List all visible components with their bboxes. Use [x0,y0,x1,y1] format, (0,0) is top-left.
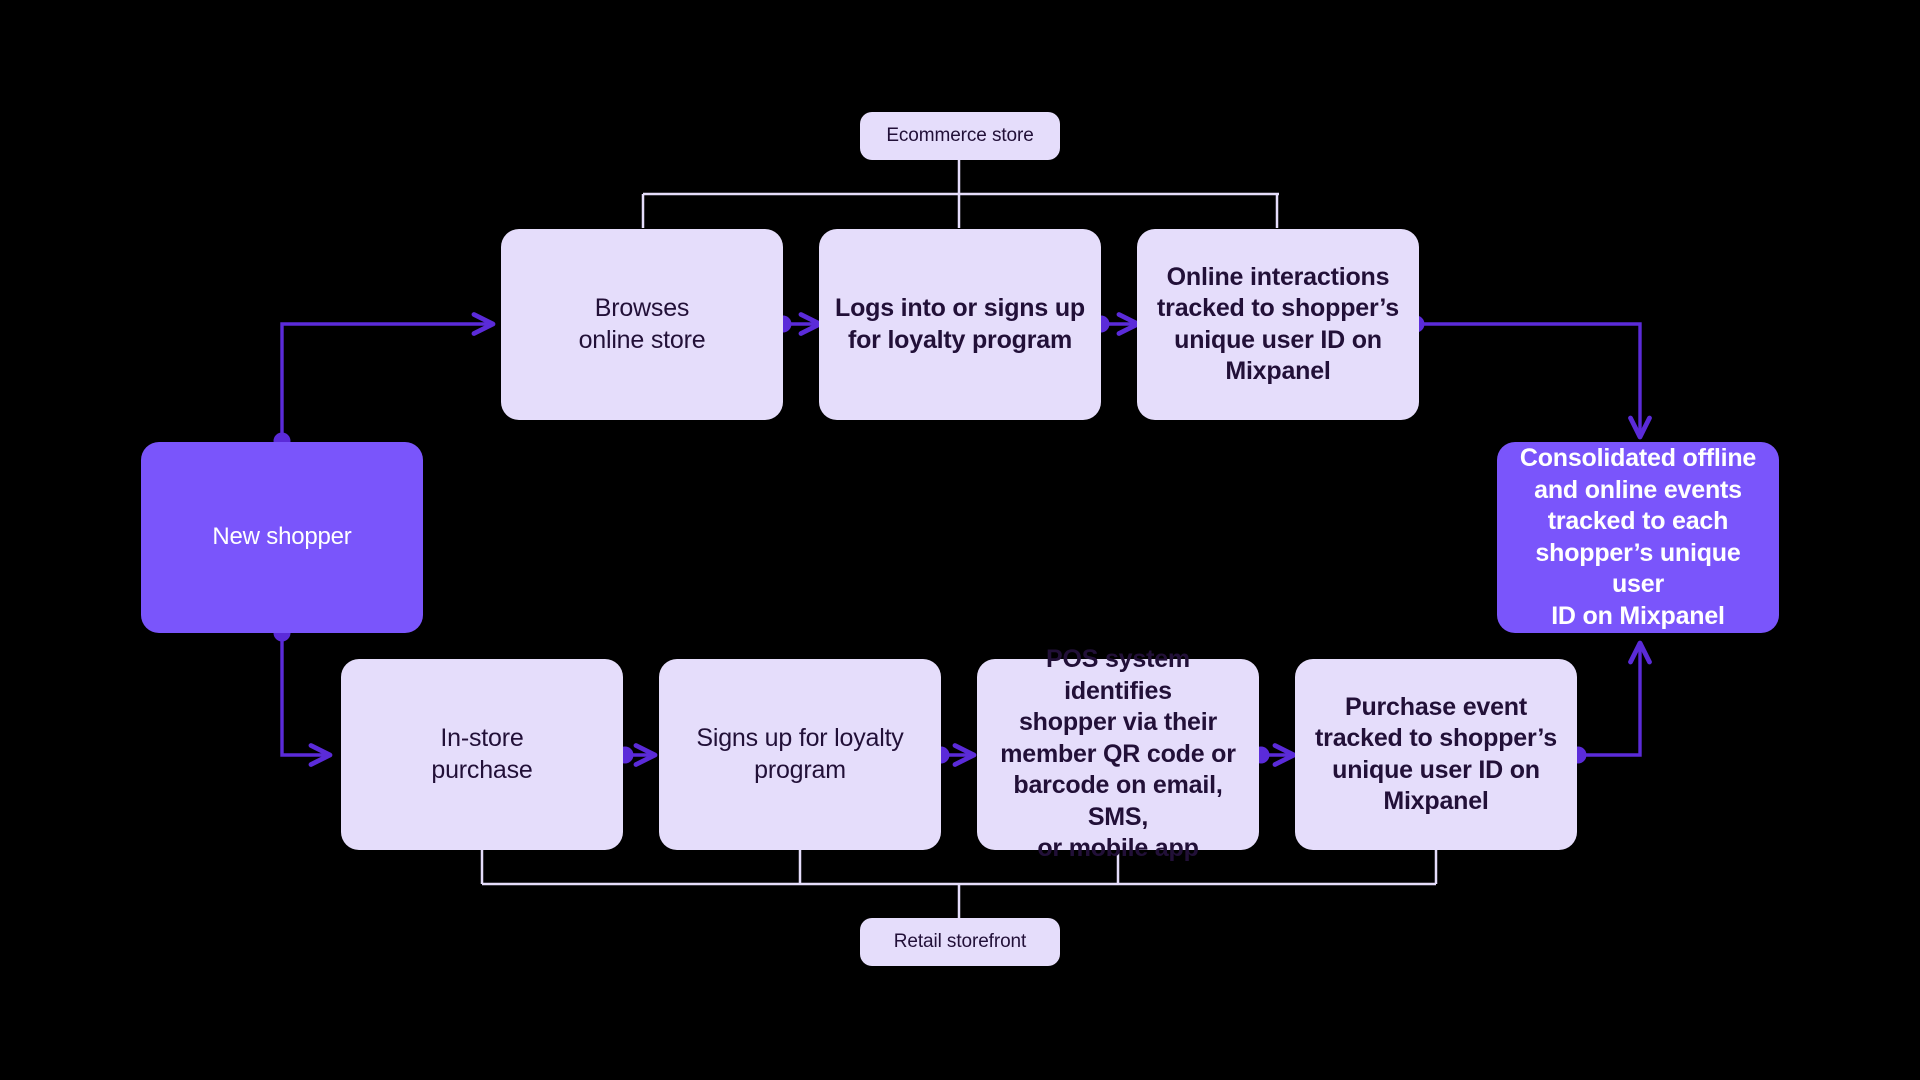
node-in-store-purchase-label: In-store purchase [431,724,533,784]
group-label-retail-storefront: Retail storefront [860,918,1060,966]
node-new-shopper-label: New shopper [212,523,352,551]
node-new-shopper[interactable]: New shopper [141,442,423,633]
node-purchase-event-tracked-label: Purchase event tracked to shopper’s uniq… [1315,692,1557,816]
node-pos-system-identifies-label: POS system identifies shopper via their … [1000,645,1236,863]
node-purchase-event-tracked[interactable]: Purchase event tracked to shopper’s uniq… [1295,659,1577,850]
bracket-bottom [480,850,1438,918]
node-online-interactions-tracked-label: Online interactions tracked to shopper’s… [1157,262,1399,386]
node-consolidated-events-label: Consolidated offline and online events t… [1519,444,1757,630]
node-consolidated-events[interactable]: Consolidated offline and online events t… [1497,442,1779,633]
node-browses-online-store-label: Browses online store [578,294,706,354]
node-logs-into-loyalty-label: Logs into or signs up for loyalty progra… [835,294,1085,354]
group-label-ecommerce-store-text: Ecommerce store [886,125,1034,146]
node-browses-online-store[interactable]: Browses online store [501,229,783,420]
node-signs-up-loyalty[interactable]: Signs up for loyalty program [659,659,941,850]
node-in-store-purchase[interactable]: In-store purchase [341,659,623,850]
diagram-canvas: Ecommerce store Retail storefront New sh… [0,0,1920,1080]
edge-onlinetracked-to-consolidated [1416,322,1652,440]
edge-purchasetracked-to-consolidated [1578,640,1652,757]
node-pos-system-identifies[interactable]: POS system identifies shopper via their … [977,645,1259,862]
group-label-retail-storefront-text: Retail storefront [893,931,1027,952]
edge-newshopper-to-instore [280,634,333,767]
group-label-ecommerce-store: Ecommerce store [860,112,1060,160]
node-logs-into-loyalty[interactable]: Logs into or signs up for loyalty progra… [819,229,1101,420]
node-signs-up-loyalty-label: Signs up for loyalty program [696,724,904,784]
edge-newshopper-to-browses [280,312,496,440]
bracket-top [641,160,1279,228]
node-online-interactions-tracked[interactable]: Online interactions tracked to shopper’s… [1137,229,1419,420]
